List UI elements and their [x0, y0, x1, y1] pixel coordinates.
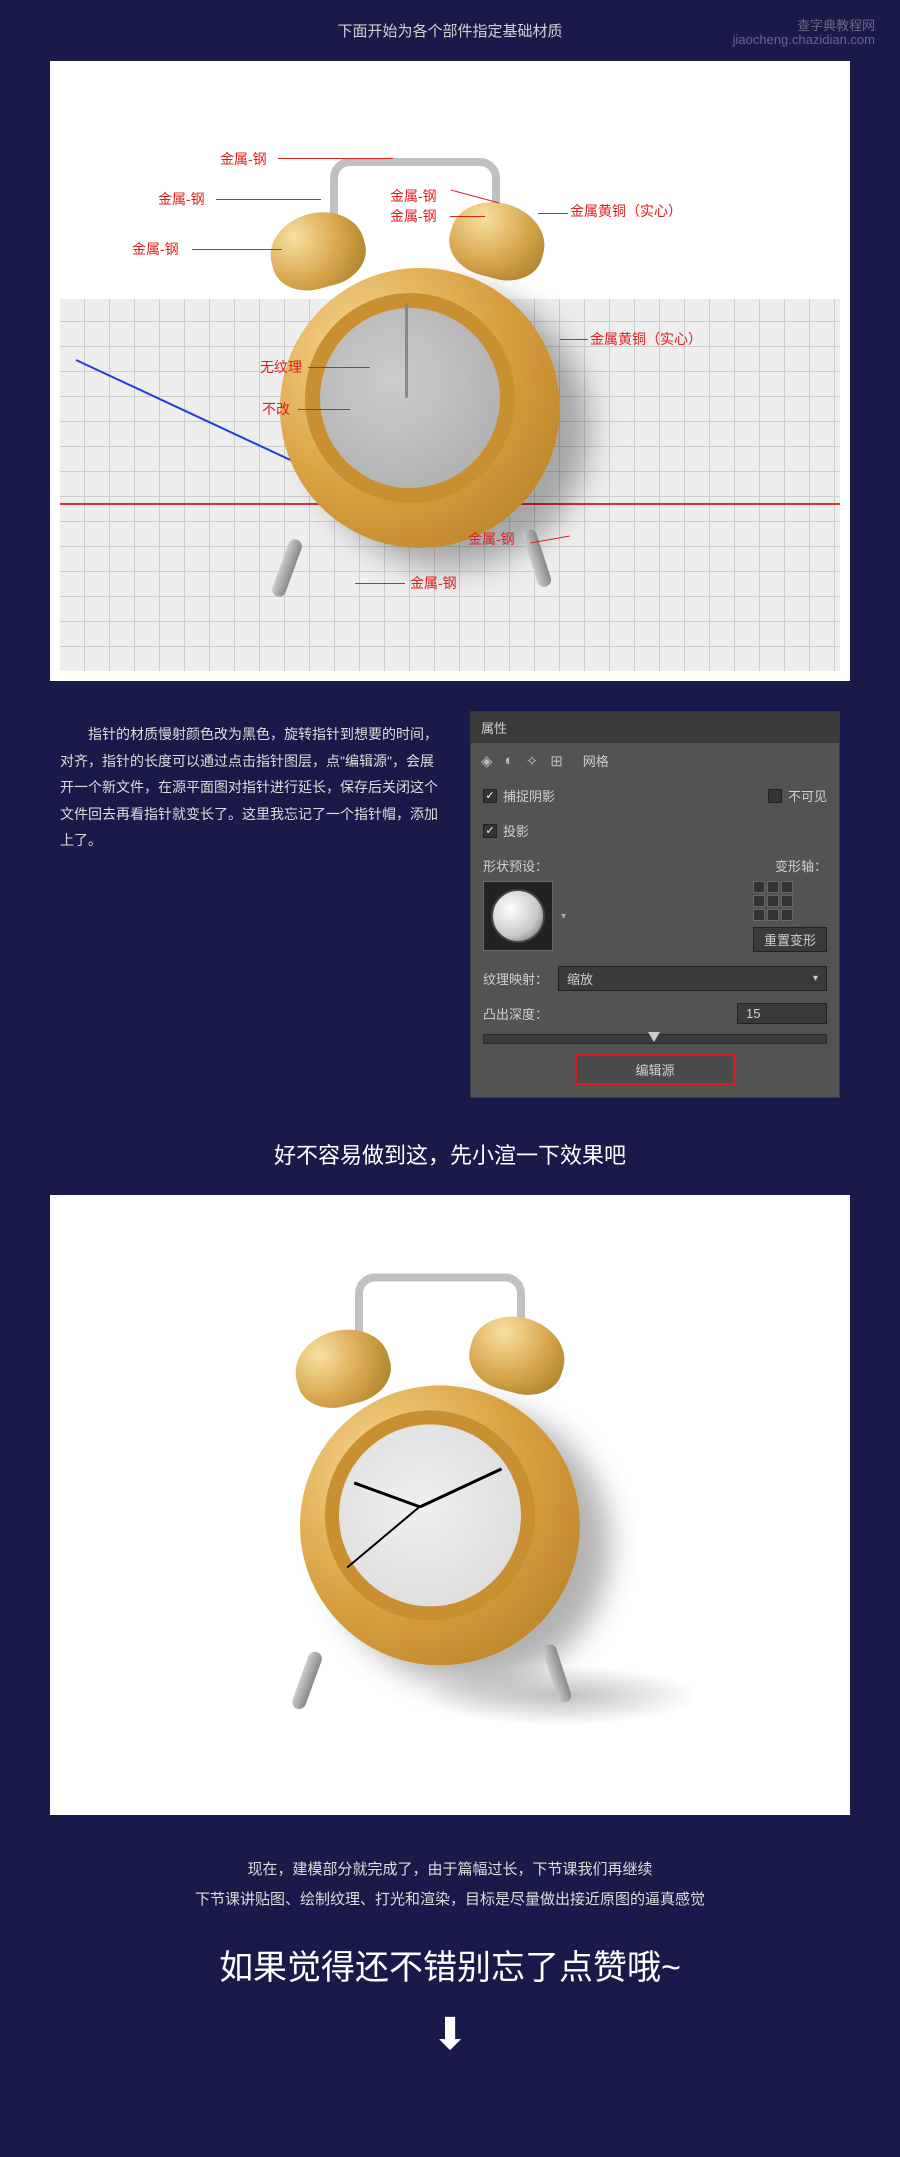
checkbox-icon: ✓	[483, 789, 497, 803]
label-line	[538, 213, 568, 214]
label-brass-body: 金属黄铜（实心）	[590, 329, 702, 349]
label-line	[216, 199, 321, 200]
texture-map-row: 纹理映射： 缩放 ▾	[471, 960, 839, 997]
extrude-depth-label: 凸出深度：	[483, 1004, 548, 1023]
deform-axis-grid[interactable]	[753, 881, 827, 921]
shape-preview[interactable]	[483, 881, 553, 951]
mesh-label: 网格	[583, 751, 609, 770]
label-line	[308, 367, 370, 368]
label-line	[192, 249, 282, 250]
label-brass-bell: 金属黄铜（实心）	[570, 201, 682, 221]
arrow-down-icon: ⬇	[50, 2009, 850, 2060]
label-steel-leg-r: 金属-钢	[468, 529, 515, 549]
extrude-row: 凸出深度： 15	[471, 997, 839, 1030]
material-diagram-frame: 金属-钢 金属-钢 金属-钢 金属-钢 金属-钢 金属黄铜（实心） 金属黄铜（实…	[50, 61, 850, 681]
catch-shadow-label: 捕捉阴影	[503, 786, 555, 805]
label-steel-belltop-r: 金属-钢	[390, 186, 437, 206]
panel-toolbar: ◈ ◐ ✧ ⊞ 网格	[471, 743, 839, 778]
proj-section: ✓ 投影	[471, 813, 839, 848]
texture-map-value: 缩放	[567, 969, 593, 988]
texture-map-label: 纹理映射：	[483, 969, 548, 988]
label-steel-between: 金属-钢	[390, 206, 437, 226]
label-no-texture: 无纹理	[260, 357, 302, 377]
outro-line-2: 下节课讲贴图、绘制纹理、打光和渲染，目标是尽量做出接近原图的逼真感觉	[50, 1885, 850, 1915]
texture-map-dropdown[interactable]: 缩放 ▾	[558, 966, 827, 991]
cta-like: 如果觉得还不错别忘了点赞哦~	[50, 1940, 850, 1989]
render-subtitle: 好不容易做到这，先小渲一下效果吧	[50, 1138, 850, 1170]
instruction-row: 指针的材质慢射颜色改为黑色，旋转指针到想要的时间，对齐，指针的长度可以通过点击指…	[50, 711, 850, 1098]
label-steel-leg-l: 金属-钢	[410, 573, 457, 593]
deform-axis-label: 变形轴：	[753, 856, 827, 875]
label-line	[450, 216, 485, 217]
checkbox-icon	[768, 789, 782, 803]
invisible-checkbox[interactable]: 不可见	[768, 786, 827, 805]
label-line	[355, 583, 405, 584]
instruction-paragraph: 指针的材质慢射颜色改为黑色，旋转指针到想要的时间，对齐，指针的长度可以通过点击指…	[60, 711, 440, 1098]
sphere-icon[interactable]: ◐	[505, 752, 514, 769]
label-steel-handle: 金属-钢	[220, 149, 267, 169]
clock-face	[325, 1410, 535, 1620]
clock-face	[305, 293, 515, 503]
rendered-preview-frame	[50, 1195, 850, 1815]
label-steel-bell-l: 金属-钢	[132, 239, 179, 259]
chevron-down-icon[interactable]: ▾	[561, 911, 566, 922]
clock-rendered	[260, 1255, 640, 1735]
outro-text: 现在，建模部分就完成了，由于篇幅过长，下节课我们再继续 下节课讲贴图、绘制纹理、…	[50, 1855, 850, 1915]
outro-line-1: 现在，建模部分就完成了，由于篇幅过长，下节课我们再继续	[50, 1855, 850, 1885]
checkbox-icon: ✓	[483, 824, 497, 838]
label-line	[560, 339, 588, 340]
label-steel-belltop-l: 金属-钢	[158, 189, 205, 209]
chevron-down-icon: ▾	[813, 973, 818, 984]
panel-title: 属性	[471, 712, 839, 743]
mesh-icon[interactable]: ⊞	[550, 752, 563, 770]
clock-hand	[405, 303, 408, 398]
watermark-url: jiaocheng.chazidian.com	[733, 32, 875, 47]
shadow-section: ✓ 捕捉阴影 不可见	[471, 778, 839, 813]
invisible-label: 不可见	[788, 786, 827, 805]
catch-shadow-checkbox[interactable]: ✓ 捕捉阴影	[483, 786, 555, 805]
section-title: 下面开始为各个部件指定基础材质	[50, 20, 850, 41]
light-icon[interactable]: ✧	[526, 752, 539, 770]
label-line	[278, 158, 393, 159]
leg-left	[270, 537, 304, 598]
leg-right	[521, 527, 553, 588]
projection-checkbox[interactable]: ✓ 投影	[483, 821, 529, 840]
properties-panel: 属性 ◈ ◐ ✧ ⊞ 网格 ✓ 捕捉阴影 不可见 ✓	[470, 711, 840, 1098]
label-line	[298, 409, 350, 410]
extrude-depth-field[interactable]: 15	[737, 1003, 827, 1024]
leg-left	[290, 1650, 324, 1711]
extrude-slider[interactable]	[483, 1034, 827, 1044]
shape-preset-label: 形状预设：	[483, 856, 566, 875]
shape-section: 形状预设： ▾ 变形轴： 重置变形	[471, 848, 839, 960]
cube-icon[interactable]: ◈	[481, 752, 493, 770]
edit-source-button[interactable]: 编辑源	[575, 1054, 735, 1085]
slider-thumb-icon	[648, 1032, 660, 1042]
label-no-change: 不改	[262, 399, 290, 419]
shape-preview-thumb	[491, 889, 545, 943]
projection-label: 投影	[503, 821, 529, 840]
reset-deform-button[interactable]: 重置变形	[753, 927, 827, 952]
